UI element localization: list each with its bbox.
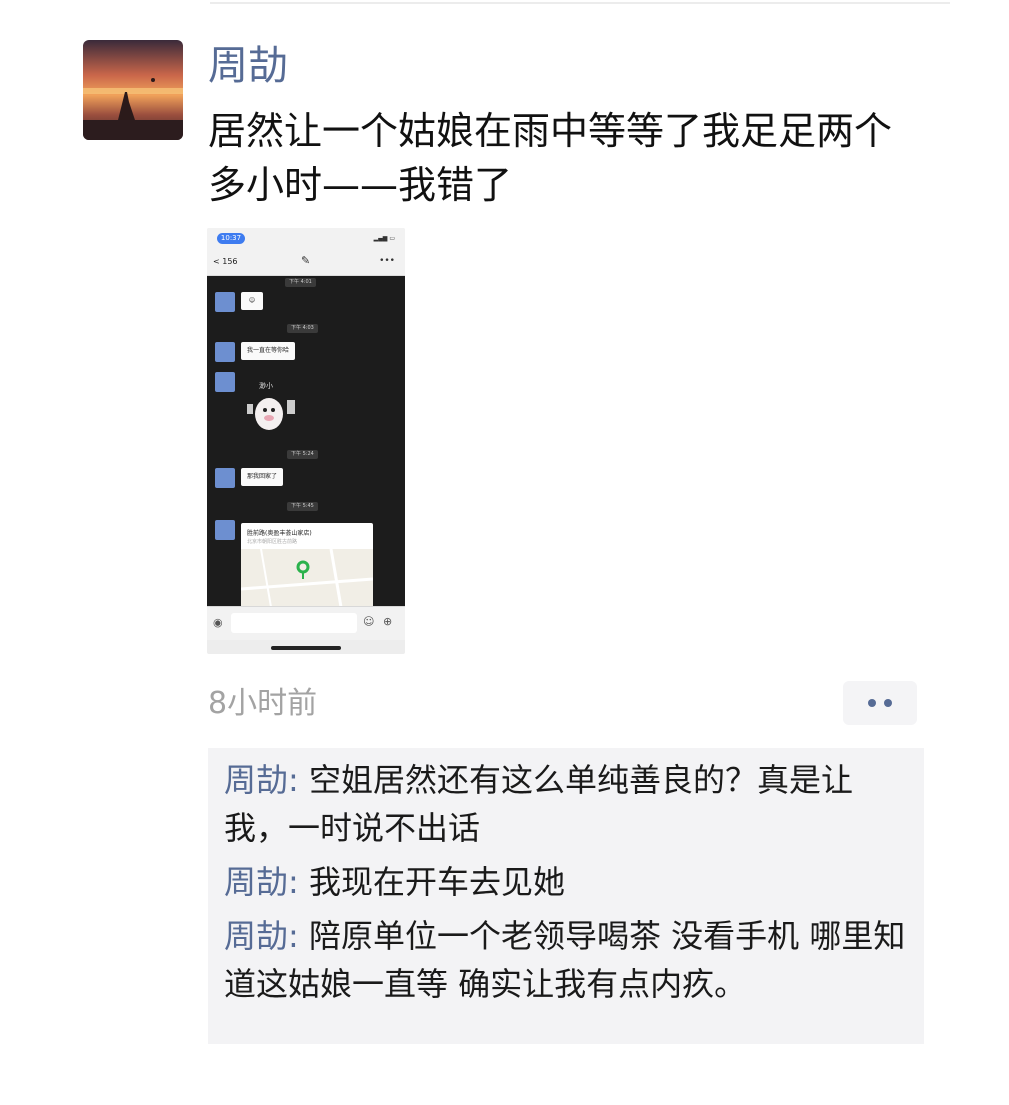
comment-text: 我现在开车去见她	[308, 863, 565, 901]
location-title: 胜前路(奥盈丰荟山家店)	[247, 530, 312, 537]
message-bubble: 那我回家了	[241, 468, 284, 486]
emoji-bubble: ☺	[241, 292, 263, 310]
comment-author[interactable]: 周劼	[224, 863, 288, 901]
more-icon: •••	[379, 256, 395, 266]
back-button: < 156	[213, 257, 238, 266]
comment-author[interactable]: 周劼	[224, 917, 288, 955]
chat-nav-bar: < 156 ✎ •••	[207, 250, 405, 276]
more-actions-button[interactable]	[843, 681, 917, 725]
chat-timestamp: 下午 5:24	[287, 450, 318, 459]
contact-avatar	[215, 468, 235, 488]
comment-colon: :	[288, 917, 309, 955]
contact-avatar	[215, 292, 235, 312]
sticker-image: 渺小	[247, 381, 295, 430]
message-bubble: 我一直在等你哈	[241, 342, 296, 360]
attached-screenshot[interactable]: 10:37 ▂▄▆ ▭ < 156 ✎ ••• 下午 4:01 ☺ 下午 4:0…	[207, 228, 405, 654]
comment-text: 空姐居然还有这么单纯善良的？真是让我，一时说不出话	[224, 761, 853, 847]
poster-avatar[interactable]	[83, 40, 183, 140]
signal-icon: ▂▄▆ ▭	[373, 235, 395, 242]
status-time: 10:37	[217, 233, 245, 244]
map-thumbnail	[241, 548, 373, 607]
sticker-text: 渺小	[259, 381, 273, 390]
comment-text: 陪原单位一个老领导喝茶 没看手机 哪里知道这姑娘一直等 确实让我有点内疚。	[224, 917, 906, 1003]
ellipsis-icon	[884, 699, 892, 707]
comment-item[interactable]: 周劼: 陪原单位一个老领导喝茶 没看手机 哪里知道这姑娘一直等 确实让我有点内疚…	[224, 912, 908, 1008]
chat-text-box	[231, 613, 357, 633]
comment-author[interactable]: 周劼	[224, 761, 288, 799]
comment-item[interactable]: 周劼: 空姐居然还有这么单纯善良的？真是让我，一时说不出话	[224, 756, 908, 852]
poster-name[interactable]: 周劼	[208, 40, 288, 92]
contact-avatar	[215, 342, 235, 362]
chat-timestamp: 下午 4:03	[287, 324, 318, 333]
plus-icon: ⊕	[383, 615, 393, 628]
pen-icon: ✎	[301, 254, 311, 267]
emoji-icon: ☺	[363, 615, 375, 628]
post-text: 居然让一个姑娘在雨中等等了我足足两个多小时——我错了	[208, 109, 893, 207]
comment-item[interactable]: 周劼: 我现在开车去见她	[224, 858, 908, 906]
map-pin-icon	[296, 560, 310, 574]
contact-avatar	[215, 372, 235, 392]
comment-colon: :	[288, 761, 309, 799]
comments-section: 周劼: 空姐居然还有这么单纯善良的？真是让我，一时说不出话 周劼: 我现在开车去…	[208, 748, 924, 1044]
chat-timestamp: 下午 4:01	[285, 278, 316, 287]
voice-icon: ◉	[213, 616, 223, 629]
post-time: 8小时前	[208, 686, 318, 721]
location-card: 胜前路(奥盈丰荟山家店) 北京市朝阳区胜古前路	[241, 523, 373, 607]
top-divider	[210, 2, 950, 4]
location-subtitle: 北京市朝阳区胜古前路	[247, 539, 298, 545]
comment-colon: :	[288, 863, 309, 901]
chat-timestamp: 下午 5:45	[287, 502, 318, 511]
contact-avatar	[215, 520, 235, 540]
status-bar: 10:37 ▂▄▆ ▭	[207, 228, 405, 250]
ellipsis-icon	[868, 699, 876, 707]
chat-input-bar: ◉ ☺ ⊕	[207, 606, 405, 640]
home-indicator	[271, 646, 341, 650]
